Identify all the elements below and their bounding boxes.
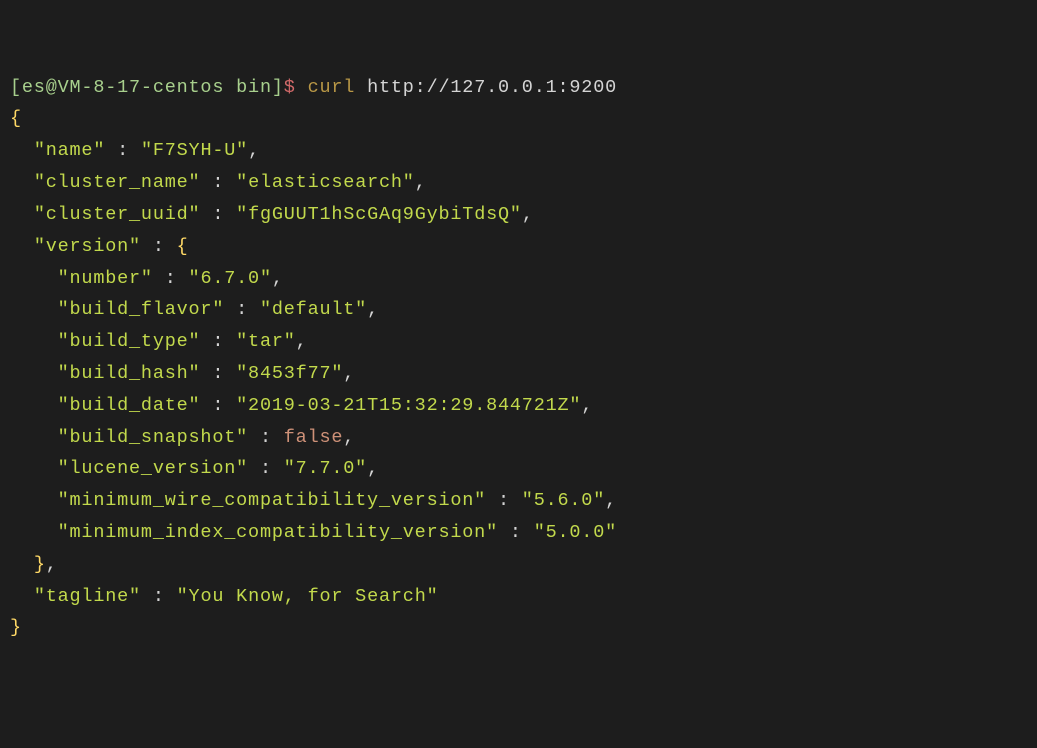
json-val-cluster-name: "elasticsearch"	[236, 172, 415, 193]
json-open-brace-inner: {	[177, 236, 189, 257]
json-val-min-wire: "5.6.0"	[522, 490, 605, 511]
colon: :	[248, 427, 284, 448]
json-key-build-hash: "build_hash"	[58, 363, 201, 384]
colon: :	[105, 140, 141, 161]
json-key-tagline: "tagline"	[34, 586, 141, 607]
colon: :	[153, 268, 189, 289]
json-key-name: "name"	[34, 140, 105, 161]
colon: :	[141, 586, 177, 607]
json-open-brace: {	[10, 108, 22, 129]
json-key-version: "version"	[34, 236, 141, 257]
json-val-min-index: "5.0.0"	[534, 522, 617, 543]
json-key-build-flavor: "build_flavor"	[58, 299, 225, 320]
json-val-build-snapshot: false	[284, 427, 344, 448]
comma: ,	[343, 427, 355, 448]
colon: :	[200, 395, 236, 416]
comma: ,	[367, 458, 379, 479]
comma: ,	[605, 490, 617, 511]
colon: :	[200, 331, 236, 352]
json-close-brace: }	[10, 617, 22, 638]
json-key-build-date: "build_date"	[58, 395, 201, 416]
colon: :	[248, 458, 284, 479]
colon: :	[200, 172, 236, 193]
prompt-user-host: [es@VM-8-17-centos bin]	[10, 77, 284, 98]
curl-url: http://127.0.0.1:9200	[367, 77, 617, 98]
json-key-build-type: "build_type"	[58, 331, 201, 352]
json-val-number: "6.7.0"	[189, 268, 272, 289]
json-key-build-snapshot: "build_snapshot"	[58, 427, 248, 448]
json-key-lucene-version: "lucene_version"	[58, 458, 248, 479]
json-val-tagline: "You Know, for Search"	[177, 586, 439, 607]
json-key-number: "number"	[58, 268, 153, 289]
curl-command: curl	[308, 77, 356, 98]
json-key-min-wire: "minimum_wire_compatibility_version"	[58, 490, 486, 511]
json-close-brace-inner: }	[34, 554, 46, 575]
json-val-build-flavor: "default"	[260, 299, 367, 320]
comma: ,	[296, 331, 308, 352]
json-val-build-date: "2019-03-21T15:32:29.844721Z"	[236, 395, 581, 416]
comma: ,	[248, 140, 260, 161]
colon: :	[486, 490, 522, 511]
comma: ,	[522, 204, 534, 225]
json-key-cluster-name: "cluster_name"	[34, 172, 201, 193]
json-val-lucene-version: "7.7.0"	[284, 458, 367, 479]
colon: :	[200, 363, 236, 384]
json-val-build-hash: "8453f77"	[236, 363, 343, 384]
json-key-min-index: "minimum_index_compatibility_version"	[58, 522, 498, 543]
comma: ,	[415, 172, 427, 193]
colon: :	[200, 204, 236, 225]
comma: ,	[367, 299, 379, 320]
terminal-output[interactable]: [es@VM-8-17-centos bin]$ curl http://127…	[10, 72, 1027, 645]
colon: :	[141, 236, 177, 257]
colon: :	[498, 522, 534, 543]
prompt-dollar: $	[284, 77, 296, 98]
json-val-cluster-uuid: "fgGUUT1hScGAq9GybiTdsQ"	[236, 204, 522, 225]
json-val-build-type: "tar"	[236, 331, 296, 352]
comma: ,	[272, 268, 284, 289]
comma: ,	[581, 395, 593, 416]
comma: ,	[46, 554, 58, 575]
comma: ,	[343, 363, 355, 384]
json-val-name: "F7SYH-U"	[141, 140, 248, 161]
json-key-cluster-uuid: "cluster_uuid"	[34, 204, 201, 225]
colon: :	[224, 299, 260, 320]
